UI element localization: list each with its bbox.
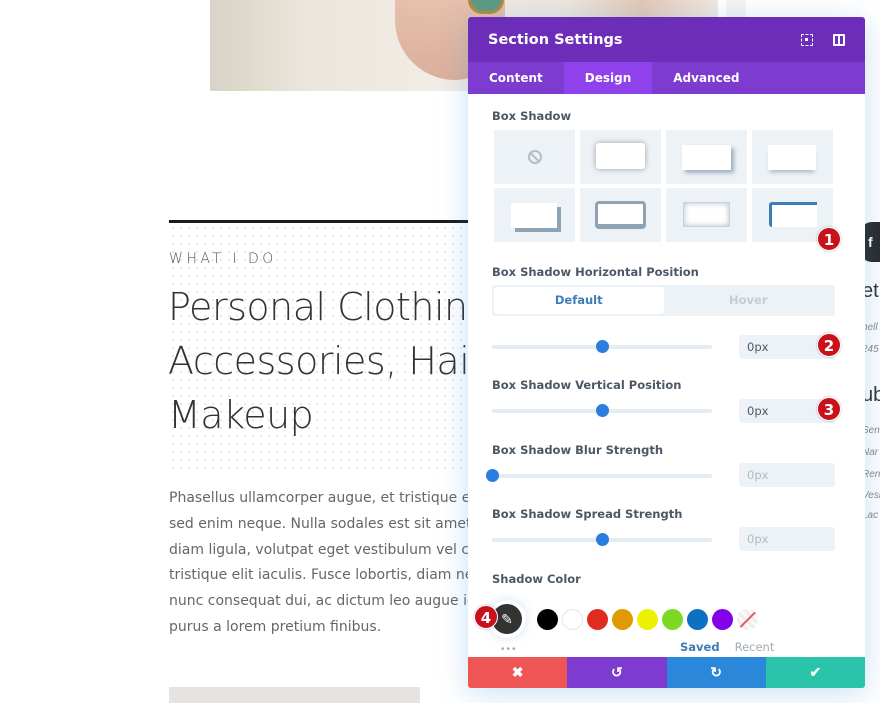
shadow-preview <box>768 145 816 170</box>
hero-right-strip <box>726 0 746 18</box>
section-settings-modal: Section Settings Content Design Advanced… <box>468 17 865 688</box>
box-shadow-label: Box Shadow <box>492 109 572 123</box>
preset-bottom-right[interactable] <box>666 130 747 184</box>
headline-line: Accessories, Hair <box>168 339 485 383</box>
box-shadow-presets <box>494 130 834 242</box>
spread-strength-slider[interactable] <box>492 533 712 546</box>
more-colors-button[interactable]: ••• <box>501 644 518 655</box>
modal-body: Box Shadow Box Shadow Horizontal Positio… <box>468 94 865 657</box>
section-eyebrow: WHAT I DO <box>169 251 277 267</box>
toggle-hover[interactable]: Hover <box>664 287 834 314</box>
no-shadow-icon <box>528 150 542 164</box>
section-divider <box>169 220 469 223</box>
annotation-badge-1: 1 <box>817 227 841 251</box>
swatch-purple[interactable] <box>712 608 733 630</box>
eyedropper-icon: ✎ <box>501 611 513 627</box>
preset-bottom[interactable] <box>752 130 833 184</box>
redo-button[interactable]: ↻ <box>666 657 766 688</box>
section-headline: Personal Clothing, Accessories, Hair Mak… <box>168 280 502 442</box>
slider-handle[interactable] <box>486 469 499 482</box>
palette-tab-recent[interactable]: Recent <box>735 640 775 654</box>
annotation-badge-3: 3 <box>817 397 841 421</box>
shadow-preview <box>683 202 730 227</box>
modal-tabs: Content Design Advanced <box>468 62 865 94</box>
split-view-icon[interactable] <box>833 33 845 46</box>
preset-offset-bottom-right[interactable] <box>494 188 575 242</box>
expand-icon[interactable] <box>801 33 813 46</box>
preset-all-around[interactable] <box>580 130 661 184</box>
body-line: tristique elit iaculis. Fusce lobortis, … <box>169 567 493 584</box>
headline-line: Personal Clothing, <box>168 285 502 329</box>
modal-title: Section Settings <box>488 31 623 48</box>
horizontal-position-slider[interactable] <box>492 340 712 353</box>
spread-strength-input[interactable]: 0px <box>739 527 835 551</box>
modal-header: Section Settings <box>468 17 865 62</box>
swatch-black[interactable] <box>537 608 558 630</box>
swatch-blue[interactable] <box>687 608 708 630</box>
vertical-position-label: Box Shadow Vertical Position <box>492 378 682 392</box>
swatch-red[interactable] <box>587 608 608 630</box>
body-line: nunc consequat dui, ac dictum leo augue … <box>169 593 490 610</box>
slider-handle[interactable] <box>596 340 609 353</box>
cancel-button[interactable]: ✖ <box>468 657 568 688</box>
section-body-text: Phasellus ullamcorper augue, et tristiqu… <box>169 486 495 641</box>
undo-button[interactable]: ↺ <box>567 657 667 688</box>
modal-footer: ✖ ↺ ↻ ✔ <box>468 657 865 688</box>
blur-strength-input[interactable]: 0px <box>739 463 835 487</box>
preset-none[interactable] <box>494 130 575 184</box>
body-line: sed enim neque. Nulla sodales est sit am… <box>169 515 489 532</box>
tab-content[interactable]: Content <box>468 62 564 94</box>
preset-solid-all[interactable] <box>580 188 661 242</box>
palette-tab-saved[interactable]: Saved <box>680 640 720 654</box>
spread-strength-label: Box Shadow Spread Strength <box>492 507 683 521</box>
toggle-default[interactable]: Default <box>494 287 664 314</box>
body-line: Phasellus ullamcorper augue, et tristiqu… <box>169 490 492 506</box>
palette-tabs: Saved Recent <box>680 640 785 654</box>
color-swatches: ✎ <box>492 604 762 634</box>
horizontal-position-label: Box Shadow Horizontal Position <box>492 265 699 279</box>
shadow-preview <box>682 145 731 170</box>
save-button[interactable]: ✔ <box>765 657 865 688</box>
body-line: diam ligula, volutpat eget vestibulum ve… <box>169 541 495 558</box>
shadow-preview <box>769 202 817 227</box>
slider-handle[interactable] <box>596 404 609 417</box>
image-placeholder-block <box>169 687 420 703</box>
shadow-preview <box>595 201 646 229</box>
tab-advanced[interactable]: Advanced <box>652 62 760 94</box>
annotation-badge-4: 4 <box>474 605 498 629</box>
slider-handle[interactable] <box>596 533 609 546</box>
blur-strength-slider[interactable] <box>486 469 712 482</box>
swatch-green[interactable] <box>662 608 683 630</box>
swatch-yellow[interactable] <box>637 608 658 630</box>
shadow-preview <box>511 203 557 228</box>
tab-design[interactable]: Design <box>563 62 653 94</box>
body-line: purus a lorem pretium finibus. <box>169 618 382 635</box>
preset-inset[interactable] <box>666 188 747 242</box>
headline-line: Makeup <box>168 393 314 437</box>
swatch-white[interactable] <box>562 608 583 630</box>
swatch-orange[interactable] <box>612 608 633 630</box>
default-hover-toggle: Default Hover <box>492 285 835 316</box>
blur-strength-label: Box Shadow Blur Strength <box>492 443 664 457</box>
facebook-icon: f <box>868 234 873 250</box>
annotation-badge-2: 2 <box>817 333 841 357</box>
shadow-preview <box>596 143 645 169</box>
swatch-transparent[interactable] <box>737 608 758 630</box>
vertical-position-slider[interactable] <box>492 404 712 417</box>
shadow-color-label: Shadow Color <box>492 572 581 586</box>
